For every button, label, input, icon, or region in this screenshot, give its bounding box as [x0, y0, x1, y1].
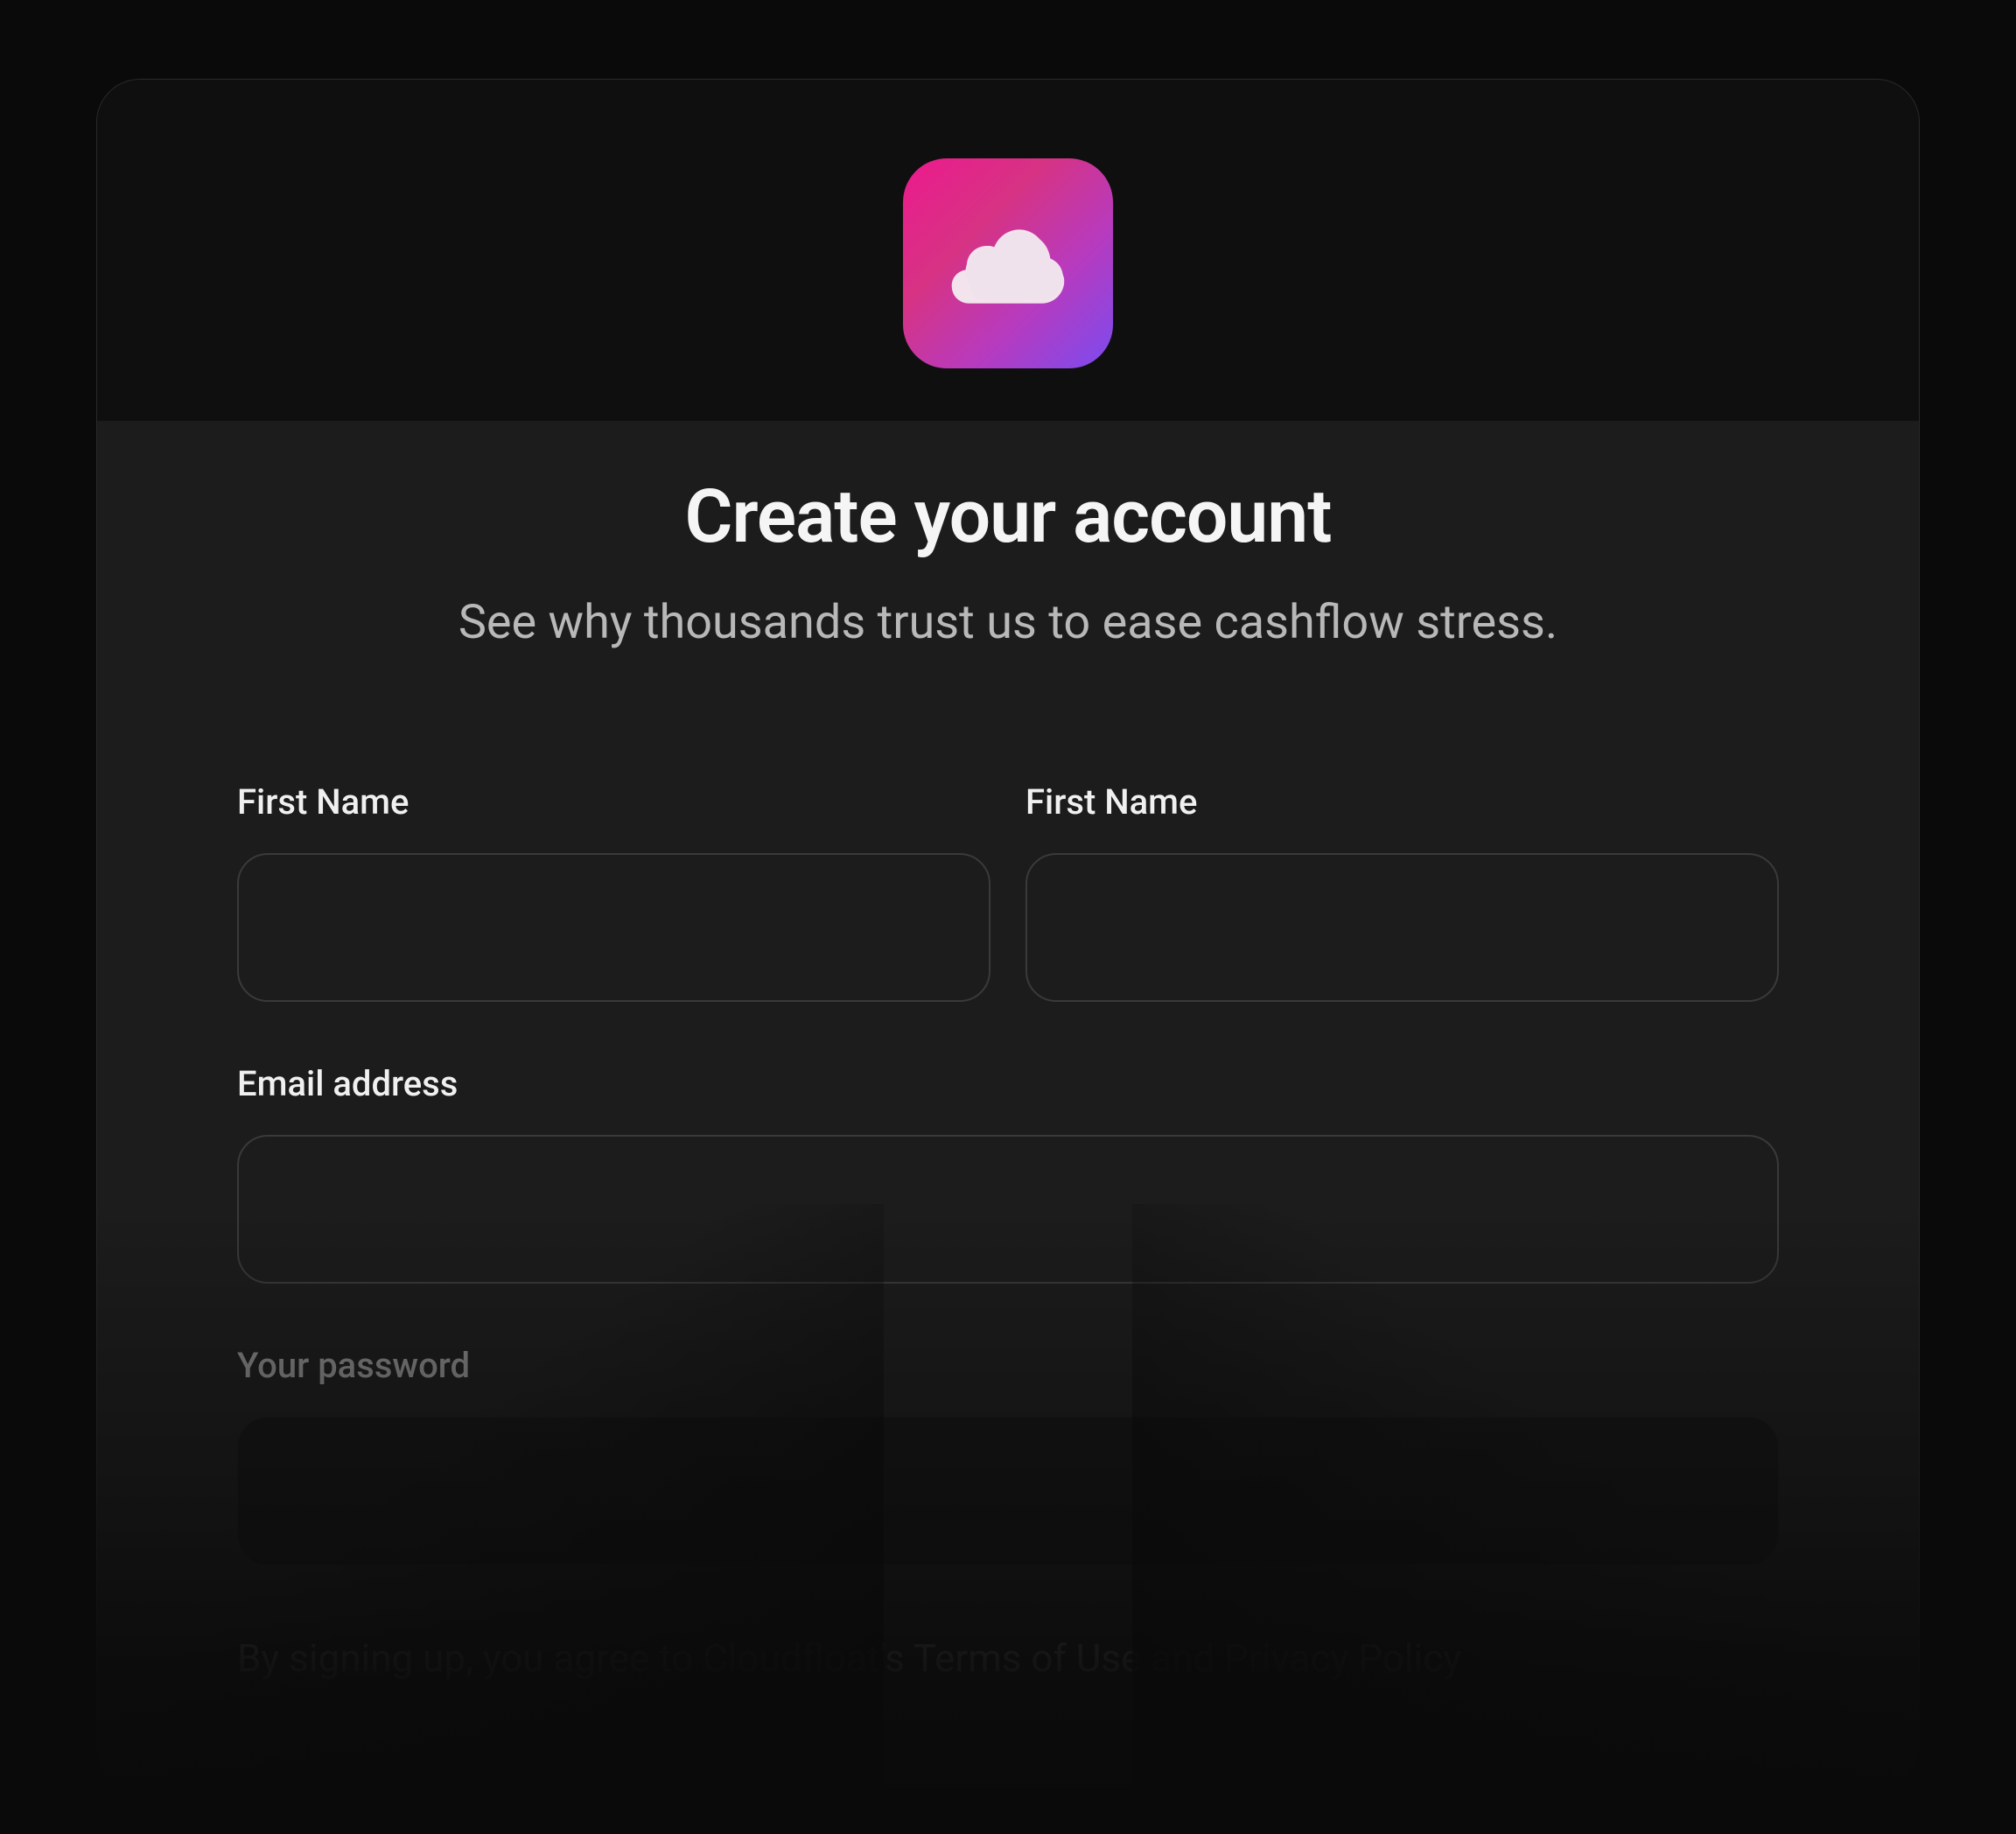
email-label: Email address	[237, 1063, 1779, 1104]
terms-of-use-link[interactable]: Terms of Use	[914, 1635, 1141, 1681]
privacy-policy-link[interactable]: Privacy Policy	[1224, 1635, 1461, 1681]
first-name-group-left: First Name	[237, 781, 990, 1002]
terms-prefix: By signing up, you agree to Cloudfloat's	[237, 1635, 914, 1681]
form-section: Create your account See why thousands tr…	[97, 421, 1919, 1786]
first-name-label-left: First Name	[237, 781, 990, 822]
password-label: Your password	[237, 1345, 1779, 1386]
first-name-input-right[interactable]	[1026, 853, 1779, 1002]
terms-and: and	[1141, 1635, 1224, 1681]
page-container: Create your account See why thousands tr…	[0, 0, 2016, 1834]
logo-section	[97, 80, 1919, 421]
first-name-group-right: First Name	[1026, 781, 1779, 1002]
password-input[interactable]	[237, 1417, 1779, 1565]
name-row: First Name First Name	[237, 781, 1779, 1002]
page-title: Create your account	[237, 473, 1779, 560]
page-subtitle: See why thousands trust us to ease cashf…	[237, 595, 1779, 650]
first-name-label-right: First Name	[1026, 781, 1779, 822]
brand-logo	[903, 158, 1113, 368]
email-group: Email address	[237, 1063, 1779, 1284]
signup-card: Create your account See why thousands tr…	[96, 79, 1920, 1787]
password-group: Your password	[237, 1345, 1779, 1565]
terms-text: By signing up, you agree to Cloudfloat's…	[237, 1635, 1779, 1681]
email-input[interactable]	[237, 1135, 1779, 1284]
cloud-icon	[942, 220, 1074, 307]
first-name-input-left[interactable]	[237, 853, 990, 1002]
